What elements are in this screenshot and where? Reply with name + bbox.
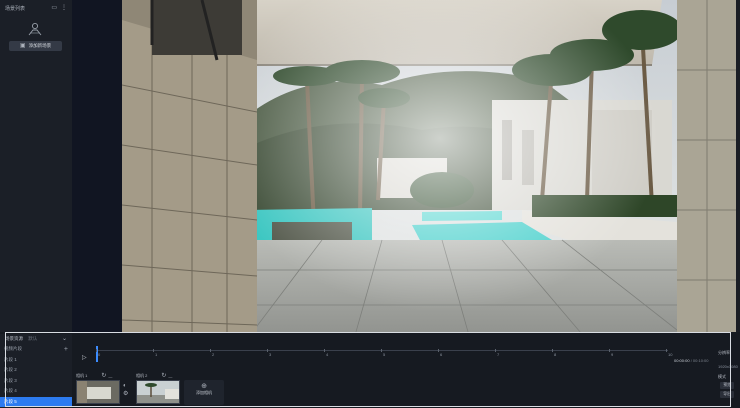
render-viewport[interactable] bbox=[122, 0, 736, 346]
ruler-line bbox=[96, 350, 668, 351]
ruler-tick-label: 3 bbox=[269, 352, 272, 357]
section-label: 视频片段 bbox=[4, 346, 22, 352]
ruler-tick bbox=[552, 349, 553, 352]
ruler-tick bbox=[495, 349, 496, 352]
ruler-tick-label: 5 bbox=[383, 352, 386, 357]
list-item[interactable]: 片段 2 bbox=[0, 365, 72, 376]
section-header: 视频片段 + bbox=[0, 344, 72, 355]
list-item-active[interactable]: 片段 5 bbox=[0, 396, 72, 407]
settings-icon[interactable]: ⚙ bbox=[123, 391, 128, 397]
viewport-right-edge bbox=[736, 0, 740, 346]
ruler-tick-label: 10 bbox=[668, 352, 673, 357]
ruler-tick bbox=[96, 349, 97, 352]
export-button[interactable]: 导出 bbox=[720, 391, 734, 398]
resource-list-header: 场景资源 默认 ⌄ bbox=[0, 334, 72, 344]
list-item-label: 片段 4 bbox=[4, 388, 17, 394]
ruler-tick-label: 0 bbox=[98, 352, 101, 357]
scene-resource-list: 场景资源 默认 ⌄ 视频片段 + 片段 1 片段 2 片段 3 片段 4 片段 … bbox=[0, 334, 72, 408]
ruler-tick bbox=[210, 349, 211, 352]
add-scene-label: 添加新场景 bbox=[28, 43, 52, 48]
clip-thumbnail bbox=[136, 380, 180, 404]
camera-clip[interactable]: 相机 1 ↻ — ◐ ⚙ bbox=[76, 372, 132, 405]
clip-tools: ◐ ⚙ bbox=[123, 382, 128, 398]
scene-sidebar: 场景列表 ▭ ⋮ ▣ 添加新场景 bbox=[0, 0, 72, 346]
ruler-tick bbox=[666, 349, 667, 352]
play-icon[interactable]: ▷ bbox=[82, 354, 87, 361]
image-icon: ▣ bbox=[19, 43, 26, 49]
resource-panel-title: 场景资源 bbox=[5, 336, 23, 341]
ruler-tick bbox=[153, 349, 154, 352]
clip-thumbnail bbox=[76, 380, 120, 404]
preview-button[interactable]: 预览 bbox=[720, 382, 734, 389]
list-item[interactable]: 片段 1 bbox=[0, 355, 72, 366]
list-item-label: 片段 2 bbox=[4, 367, 17, 373]
person-icon bbox=[28, 22, 42, 36]
output-panel: 分辨率 1920x1080 模式 预览 导出 bbox=[712, 346, 738, 406]
ruler-tick bbox=[438, 349, 439, 352]
mode-label: 模式 bbox=[718, 374, 726, 379]
list-item[interactable]: 片段 4 bbox=[0, 386, 72, 397]
ruler-tick-label: 7 bbox=[497, 352, 500, 357]
layout-icon[interactable]: ▭ bbox=[51, 5, 57, 11]
output-title: 分辨率 bbox=[718, 350, 730, 355]
ruler-tick bbox=[381, 349, 382, 352]
chevron-down-icon[interactable]: ⌄ bbox=[62, 336, 67, 342]
add-camera-label: 添加相机 bbox=[196, 390, 212, 395]
sidebar-header: 场景列表 ▭ ⋮ bbox=[0, 0, 72, 16]
more-icon[interactable]: ⋮ bbox=[61, 5, 67, 11]
ruler-tick bbox=[267, 349, 268, 352]
ruler-tick-label: 6 bbox=[440, 352, 443, 357]
ruler-tick-label: 4 bbox=[326, 352, 329, 357]
clip-label: 相机 1 bbox=[76, 373, 88, 378]
clip-header: 相机 1 ↻ — bbox=[76, 373, 113, 379]
ruler-tick bbox=[609, 349, 610, 352]
refresh-icon[interactable]: ↻ bbox=[161, 373, 166, 379]
ruler-tick-label: 1 bbox=[155, 352, 158, 357]
add-scene-button[interactable]: ▣ 添加新场景 bbox=[9, 41, 62, 51]
clip-label: 相机 2 bbox=[136, 373, 148, 378]
ruler-tick-label: 9 bbox=[611, 352, 614, 357]
viewport-margin bbox=[72, 0, 122, 346]
time-display: 00:00:00 / 00:10:00 bbox=[674, 358, 709, 363]
ruler-tick-label: 2 bbox=[212, 352, 215, 357]
scene-render-image bbox=[122, 0, 736, 346]
add-camera-button[interactable]: ⊕ 添加相机 bbox=[184, 380, 224, 405]
ruler-tick-label: 8 bbox=[554, 352, 557, 357]
list-item-label: 片段 3 bbox=[4, 377, 17, 383]
resource-panel-subtitle: 默认 bbox=[28, 336, 38, 341]
timeline-ruler[interactable]: ▷ 0 1 2 3 4 5 6 7 8 9 10 bbox=[76, 346, 673, 362]
camera-icon[interactable]: ◐ bbox=[123, 383, 127, 389]
clip-header: 相机 2 ↻ — bbox=[136, 373, 173, 379]
time-current: 00:00:00 bbox=[674, 358, 690, 363]
add-clip-icon[interactable]: + bbox=[64, 346, 68, 353]
ruler-tick bbox=[324, 349, 325, 352]
resolution-value: 1920x1080 bbox=[718, 364, 738, 369]
time-total: / 00:10:00 bbox=[690, 358, 709, 363]
refresh-icon[interactable]: ↻ bbox=[101, 373, 106, 379]
sidebar-title: 场景列表 bbox=[5, 5, 26, 12]
list-item-label: 片段 5 bbox=[4, 398, 17, 404]
list-item[interactable]: 片段 3 bbox=[0, 376, 72, 387]
list-item-label: 片段 1 bbox=[4, 356, 17, 362]
